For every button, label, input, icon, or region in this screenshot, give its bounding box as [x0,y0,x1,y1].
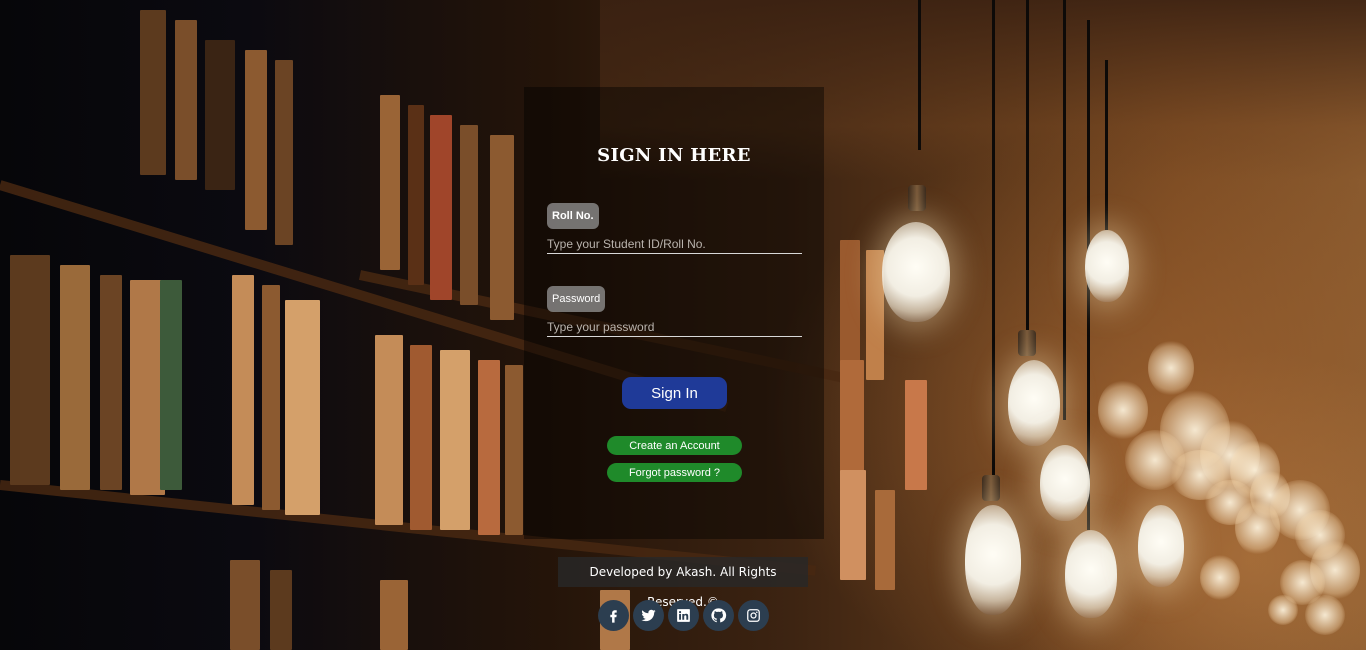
password-label: Password [547,286,606,312]
book [840,470,866,580]
instagram-link[interactable] [738,600,769,631]
bokeh-light [1148,340,1194,396]
lamp-socket [1018,330,1036,356]
light-bulb [965,505,1021,615]
book [270,570,292,650]
light-bulb [1065,530,1117,618]
twitter-icon [641,609,656,622]
book [275,60,293,245]
linkedin-link[interactable] [668,600,699,631]
book [160,280,182,490]
light-bulb [1008,360,1060,446]
create-account-button[interactable]: Create an Account [607,436,742,455]
social-links [598,600,769,631]
book [875,490,895,590]
light-bulb [1138,505,1184,587]
instagram-icon [747,609,760,622]
book [380,95,400,270]
book [430,115,452,300]
book [408,105,424,285]
sign-in-heading: SIGN IN HERE [597,145,751,166]
password-input[interactable] [547,317,802,337]
book [230,560,260,650]
book [840,240,860,380]
lamp-wire [1105,60,1108,230]
lamp-socket [908,185,926,211]
book [375,335,403,525]
linkedin-icon [677,609,690,622]
book [60,265,90,490]
forgot-password-button[interactable]: Forgot password ? [607,463,742,482]
facebook-link[interactable] [598,600,629,631]
book [380,580,408,650]
lamp-wire [1026,0,1029,330]
book [10,255,50,485]
lamp-socket [982,475,1000,501]
github-icon [711,608,727,623]
book [245,50,267,230]
facebook-icon [610,610,617,623]
footer-credit: Developed by Akash. All Rights Reserved.… [558,557,808,609]
book [410,345,432,530]
roll-number-label: Roll No. [547,203,599,229]
book [460,125,478,305]
github-link[interactable] [703,600,734,631]
sign-in-button[interactable]: Sign In [622,377,727,409]
light-bulb [882,222,950,322]
lamp-wire [918,0,921,150]
book [905,380,927,490]
bokeh-light [1268,595,1298,625]
roll-number-input[interactable] [547,234,802,254]
book [285,300,320,515]
book [440,350,470,530]
book [205,40,235,190]
book [175,20,197,180]
book [490,135,514,320]
book [505,365,523,535]
bokeh-light [1305,595,1345,635]
lamp-wire [992,0,995,480]
twitter-link[interactable] [633,600,664,631]
book [100,275,122,490]
light-bulb [1085,230,1129,302]
light-bulb [1040,445,1090,521]
book [140,10,166,175]
bokeh-light [1098,380,1148,440]
book [478,360,500,535]
lamp-wire [1063,0,1066,420]
book [262,285,280,510]
book [232,275,254,505]
bokeh-light [1200,555,1240,600]
